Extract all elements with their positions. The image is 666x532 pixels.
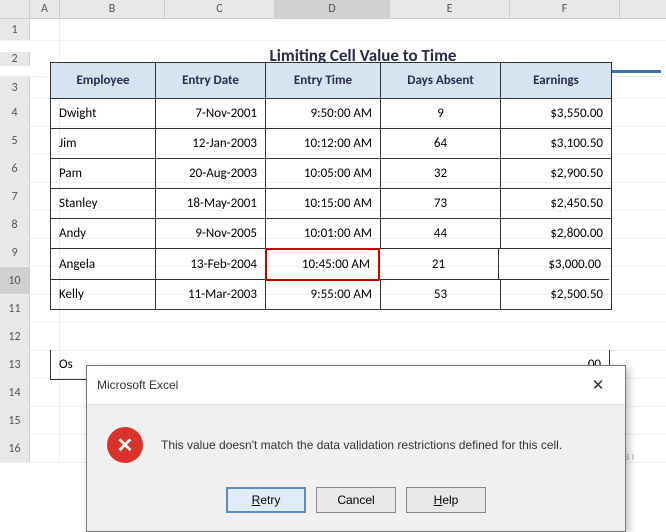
cell-e[interactable]: 32 (381, 159, 501, 189)
cell-c[interactable]: 18-May-2001 (156, 189, 266, 219)
cell-a12[interactable] (30, 323, 60, 350)
cell-a16[interactable] (30, 435, 60, 462)
row-num-8[interactable]: 8 (0, 211, 30, 238)
cell-b[interactable]: Andy (51, 219, 156, 249)
cell-f[interactable]: $2,500.50 (501, 280, 611, 309)
row-num-6[interactable]: 6 (0, 155, 30, 182)
col-header-b[interactable]: B (60, 0, 165, 18)
cell-c[interactable]: 9-Nov-2005 (156, 219, 266, 249)
cell-f[interactable]: $2,450.50 (501, 189, 611, 219)
cell-d[interactable]: 10:15:00 AM (266, 189, 381, 219)
cell-e[interactable]: 44 (381, 219, 501, 249)
cell-c[interactable]: 7-Nov-2001 (156, 99, 266, 129)
header-entry-time[interactable]: Entry Time (266, 63, 381, 99)
cell-e[interactable]: 53 (381, 280, 501, 309)
row-num-11[interactable]: 11 (0, 295, 30, 322)
table-row: Andy9-Nov-200510:01:00 AM44$2,800.00 (51, 219, 611, 249)
header-entry-date[interactable]: Entry Date (156, 63, 266, 99)
row-1: 1 (0, 19, 666, 41)
cell-f[interactable]: $3,550.00 (501, 99, 611, 129)
row-num-7[interactable]: 7 (0, 183, 30, 210)
cell-d[interactable]: 10:12:00 AM (266, 129, 381, 159)
cell-e[interactable]: 64 (381, 129, 501, 159)
help-button[interactable]: Help (406, 487, 486, 513)
row-num-14[interactable]: 14 (0, 379, 30, 406)
select-all-corner[interactable] (0, 0, 30, 18)
cell-d[interactable]: 10:05:00 AM (266, 159, 381, 189)
row-num-1[interactable]: 1 (0, 19, 30, 40)
cell-c[interactable]: 20-Aug-2003 (156, 159, 266, 189)
table-row: Pam20-Aug-200310:05:00 AM32$2,900.50 (51, 159, 611, 189)
row-num-2[interactable]: 2 (0, 52, 30, 66)
row-num-16[interactable]: 16 (0, 435, 30, 462)
cell-f[interactable]: $2,900.50 (501, 159, 611, 189)
cell-d[interactable]: 10:45:00 AM (265, 248, 380, 281)
dialog-message: This value doesn't match the data valida… (161, 438, 562, 452)
cell-b[interactable]: Angela (51, 249, 156, 280)
col-header-d[interactable]: D (275, 0, 390, 18)
cell-e[interactable]: 9 (381, 99, 501, 129)
close-icon[interactable]: ✕ (581, 374, 615, 396)
cell-b[interactable]: Dwight (51, 99, 156, 129)
row-num-10[interactable]: 10 (0, 267, 30, 294)
row-num-13[interactable]: 13 (0, 351, 30, 378)
row-12: 12 (0, 323, 666, 351)
cell-d[interactable]: 10:01:00 AM (266, 219, 381, 249)
col-header-f[interactable]: F (510, 0, 620, 18)
dialog-titlebar[interactable]: Microsoft Excel ✕ (87, 366, 625, 405)
table-row: Jim12-Jan-200310:12:00 AM64$3,100.50 (51, 129, 611, 159)
table-row: Angela13-Feb-200410:45:00 AM21$3,000.00 (51, 249, 611, 280)
data-table: Employee Entry Date Entry Time Days Abse… (50, 62, 612, 310)
row-num-4[interactable]: 4 (0, 99, 30, 126)
table-row: Dwight7-Nov-20019:50:00 AM9$3,550.00 (51, 99, 611, 129)
column-headers: A B C D E F (0, 0, 666, 19)
cell-f[interactable]: $3,000.00 (499, 249, 609, 280)
cancel-button[interactable]: Cancel (316, 487, 396, 513)
row-num-5[interactable]: 5 (0, 127, 30, 154)
retry-button[interactable]: Retry (226, 487, 306, 513)
header-days-absent[interactable]: Days Absent (381, 63, 501, 99)
dialog-body: ✕ This value doesn't match the data vali… (87, 405, 625, 477)
cell-a14[interactable] (30, 379, 60, 406)
row-num-9[interactable]: 9 (0, 239, 30, 266)
row-num-15[interactable]: 15 (0, 407, 30, 434)
cell-b[interactable]: Pam (51, 159, 156, 189)
error-dialog: Microsoft Excel ✕ ✕ This value doesn't m… (86, 365, 626, 532)
error-icon: ✕ (107, 427, 143, 463)
cell-f[interactable]: $2,800.00 (501, 219, 611, 249)
col-header-e[interactable]: E (390, 0, 510, 18)
cell-b[interactable]: Stanley (51, 189, 156, 219)
cell-e[interactable]: 73 (381, 189, 501, 219)
dialog-title-text: Microsoft Excel (97, 378, 178, 392)
cell-b[interactable]: Kelly (51, 280, 156, 309)
table-row: Stanley18-May-200110:15:00 AM73$2,450.50 (51, 189, 611, 219)
cell-d[interactable]: 9:50:00 AM (266, 99, 381, 129)
header-earnings[interactable]: Earnings (501, 63, 611, 99)
row-num-3[interactable]: 3 (0, 77, 30, 98)
cell-d[interactable]: 9:55:00 AM (266, 280, 381, 309)
cell-c[interactable]: 12-Jan-2003 (156, 129, 266, 159)
table-row: Kelly11-Mar-20039:55:00 AM53$2,500.50 (51, 280, 611, 309)
table-header-row: Employee Entry Date Entry Time Days Abse… (51, 63, 611, 99)
col-header-a[interactable]: A (30, 0, 60, 18)
cell-c[interactable]: 13-Feb-2004 (156, 249, 266, 280)
dialog-buttons: Retry Cancel Help (87, 477, 625, 531)
row-num-12[interactable]: 12 (0, 323, 30, 350)
cell-e[interactable]: 21 (379, 249, 499, 280)
cell-a15[interactable] (30, 407, 60, 434)
header-employee[interactable]: Employee (51, 63, 156, 99)
cell-a1[interactable] (30, 19, 60, 40)
cell-c[interactable]: 11-Mar-2003 (156, 280, 266, 309)
cell-f[interactable]: $3,100.50 (501, 129, 611, 159)
cell-b[interactable]: Jim (51, 129, 156, 159)
col-header-c[interactable]: C (165, 0, 275, 18)
